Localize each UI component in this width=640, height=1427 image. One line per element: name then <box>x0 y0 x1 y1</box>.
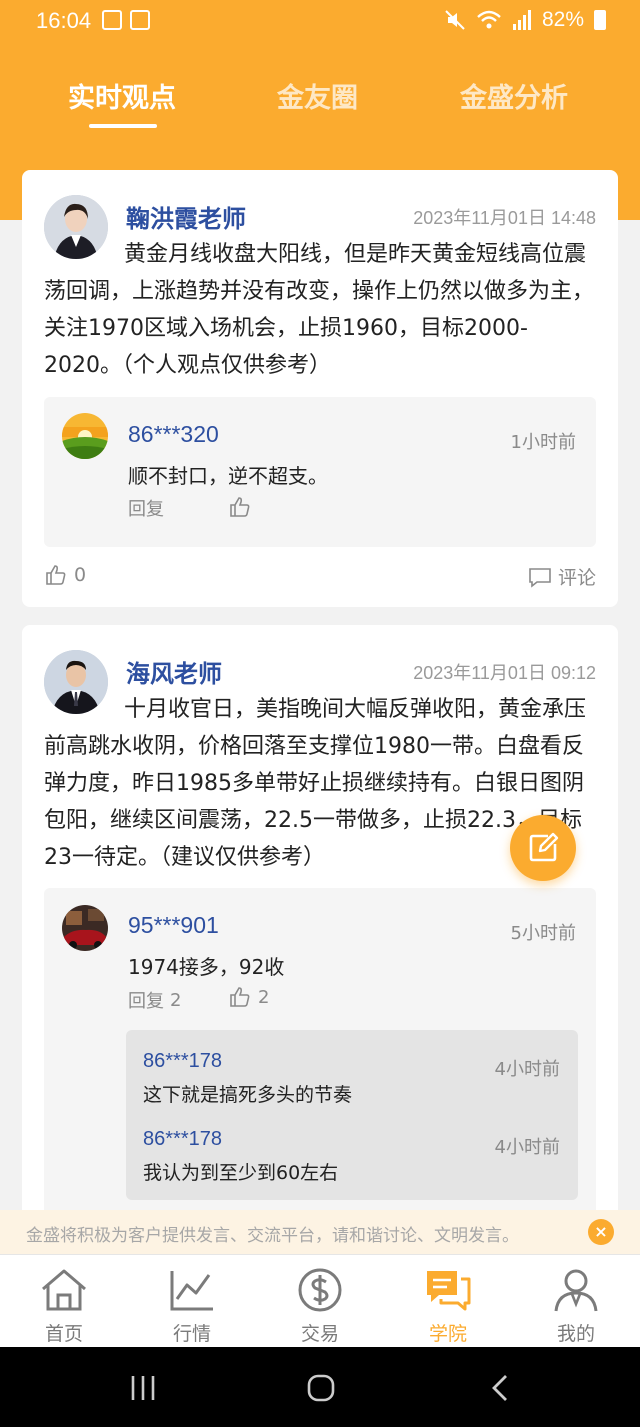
gallery-icon <box>102 10 122 30</box>
system-nav-bar <box>0 1347 640 1427</box>
thumbs-up-icon <box>230 497 250 517</box>
comment-text: 顺不封口，逆不超支。 <box>128 464 328 488</box>
reply-text: 这下就是搞死多头的节奏 <box>143 1084 353 1106</box>
post-text: 黄金月线收盘大阳线，但是昨天黄金短线高位震荡回调，上涨趋势并没有改变，操作上仍然… <box>44 242 595 378</box>
nav-label: 首页 <box>44 1323 83 1345</box>
like-count: 0 <box>74 564 87 586</box>
comment-text: 1974接多，92收 <box>128 955 285 979</box>
user-avatar[interactable] <box>62 905 108 951</box>
comment-time: 1小时前 <box>510 432 576 453</box>
mute-icon <box>445 10 465 30</box>
user-icon <box>554 1269 598 1312</box>
reply-time: 4小时前 <box>494 1059 560 1080</box>
reply-label: 回复 <box>128 499 164 520</box>
comment-user[interactable]: 95***901 <box>128 912 219 939</box>
comment-button[interactable]: 评论 <box>528 563 596 590</box>
signal-icon <box>512 10 531 30</box>
reply-button[interactable]: 回复 2 <box>128 987 181 1013</box>
battery-icon <box>594 10 606 30</box>
check-icon <box>130 10 150 30</box>
back-icon[interactable] <box>486 1373 516 1403</box>
write-post-button[interactable] <box>510 815 576 881</box>
nav-label: 行情 <box>172 1323 211 1345</box>
nav-label: 学院 <box>428 1323 467 1345</box>
reply-count: 2 <box>170 989 182 1011</box>
edit-icon <box>529 832 559 862</box>
nav-label: 交易 <box>300 1323 339 1345</box>
home-icon <box>42 1269 86 1311</box>
reply-label: 回复 <box>128 991 164 1012</box>
post-like-button[interactable]: 0 <box>44 563 86 587</box>
chart-icon <box>170 1271 213 1311</box>
recent-apps-icon[interactable] <box>128 1373 158 1403</box>
teacher-name[interactable]: 海风老师 <box>126 654 222 689</box>
active-tab-indicator <box>89 124 157 128</box>
reply-user[interactable]: 86***178 <box>143 1050 222 1073</box>
thumbs-up-icon <box>46 565 66 585</box>
notice-text: 金盛将积极为客户提供发言、交流平台，请和谐讨论、文明发言。 <box>26 1226 519 1246</box>
tab-analysis[interactable]: 金盛分析 <box>460 76 568 115</box>
thumbs-up-icon <box>230 987 250 1007</box>
battery-percent: 82% <box>541 8 584 31</box>
comment-icon <box>529 567 551 588</box>
status-right: 82% <box>444 8 606 32</box>
comment-like-count: 2 <box>258 986 270 1008</box>
nav-label: 我的 <box>556 1323 595 1345</box>
notice-bar: 金盛将积极为客户提供发言、交流平台，请和谐讨论、文明发言。 <box>0 1210 640 1254</box>
status-time: 16:04 <box>36 8 92 33</box>
post-card: 海风老师 2023年11月01日 09:12 十月收官日，美指晚间大幅反弹收阳，… <box>22 625 618 1228</box>
wifi-icon <box>477 10 501 29</box>
post-date: 2023年11月01日 09:12 <box>413 663 596 683</box>
bottom-nav: 首页 行情 交易 学院 我的 <box>0 1254 640 1347</box>
teacher-name[interactable]: 鞠洪霞老师 <box>126 199 246 234</box>
home-button-icon[interactable] <box>306 1373 336 1403</box>
comment-user[interactable]: 86***320 <box>128 421 219 448</box>
top-tabs: 实时观点 金友圈 金盛分析 <box>0 70 640 130</box>
tab-realtime[interactable]: 实时观点 <box>68 76 176 115</box>
post-card: 鞠洪霞老师 2023年11月01日 14:48 黄金月线收盘大阳线，但是昨天黄金… <box>22 170 618 607</box>
comment-box: 86***320 1小时前 顺不封口，逆不超支。 回复 <box>44 397 596 547</box>
reply-user[interactable]: 86***178 <box>143 1128 222 1151</box>
nav-market[interactable]: 行情 <box>128 1255 256 1348</box>
post-date: 2023年11月01日 14:48 <box>413 208 596 228</box>
comment-time: 5小时前 <box>510 923 576 944</box>
nav-trade[interactable]: 交易 <box>256 1255 384 1348</box>
user-avatar[interactable] <box>62 413 108 459</box>
reply-button[interactable]: 回复 <box>128 495 164 521</box>
close-icon[interactable]: × <box>588 1219 614 1245</box>
comment-box: 95***901 5小时前 1974接多，92收 回复 2 2 86***178… <box>44 888 596 1228</box>
comment-like-button[interactable] <box>228 495 252 519</box>
replies-box: 86***178 4小时前 这下就是搞死多头的节奏 86***178 4小时前 … <box>126 1030 578 1200</box>
reply-time: 4小时前 <box>494 1137 560 1158</box>
nav-academy[interactable]: 学院 <box>384 1255 512 1348</box>
nav-mine[interactable]: 我的 <box>512 1255 640 1348</box>
status-bar: 16:04 82% <box>0 0 640 44</box>
comment-label: 评论 <box>558 567 597 589</box>
reply-text: 我认为到至少到60左右 <box>143 1162 339 1184</box>
tab-circle[interactable]: 金友圈 <box>277 76 358 115</box>
nav-home[interactable]: 首页 <box>0 1255 128 1348</box>
comment-like-button[interactable]: 2 <box>228 985 269 1009</box>
dollar-icon <box>298 1268 342 1312</box>
chat-icon <box>427 1271 471 1311</box>
